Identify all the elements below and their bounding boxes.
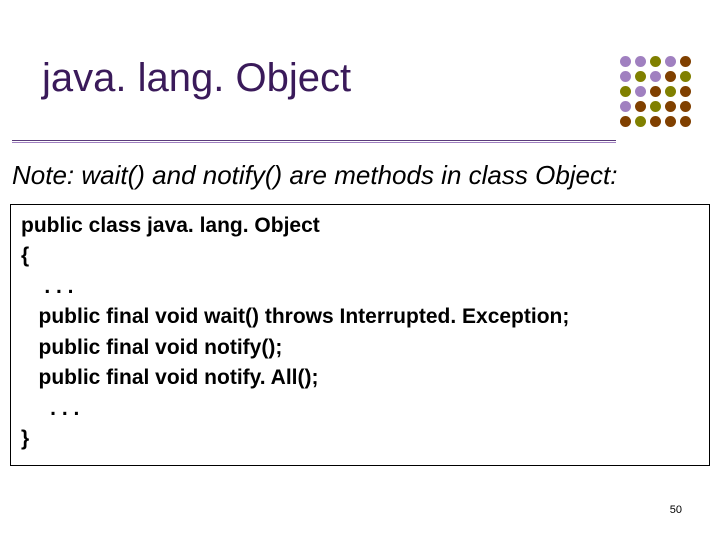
decorative-dot-grid <box>620 56 694 130</box>
code-line: public final void wait() throws Interrup… <box>21 302 699 332</box>
dot-icon <box>635 56 646 67</box>
dot-icon <box>635 86 646 97</box>
page-number: 50 <box>670 504 682 516</box>
note-text: Note: wait() and notify() are methods in… <box>12 160 617 191</box>
dot-icon <box>680 86 691 97</box>
code-line: { <box>21 241 699 271</box>
dot-icon <box>635 101 646 112</box>
title-underline <box>12 140 616 141</box>
code-line: public final void notify. All(); <box>21 363 699 393</box>
dot-icon <box>650 101 661 112</box>
dot-icon <box>620 86 631 97</box>
dot-icon <box>680 116 691 127</box>
code-line: . . . <box>21 394 699 424</box>
code-line: public class java. lang. Object <box>21 211 699 241</box>
dot-icon <box>620 71 631 82</box>
dot-icon <box>680 71 691 82</box>
dot-icon <box>635 116 646 127</box>
dot-icon <box>665 116 676 127</box>
dot-icon <box>650 56 661 67</box>
code-line: public final void notify(); <box>21 333 699 363</box>
dot-icon <box>620 101 631 112</box>
dot-icon <box>620 56 631 67</box>
code-line: } <box>21 424 699 454</box>
code-block: public class java. lang. Object { . . . … <box>10 204 710 466</box>
title-underline-2 <box>12 142 616 143</box>
dot-icon <box>650 116 661 127</box>
dot-icon <box>620 116 631 127</box>
code-line: . . . <box>21 272 699 302</box>
dot-icon <box>665 71 676 82</box>
dot-icon <box>680 56 691 67</box>
dot-icon <box>635 71 646 82</box>
dot-icon <box>650 71 661 82</box>
page-title: java. lang. Object <box>42 56 351 101</box>
slide: java. lang. Object Note: wait() and noti… <box>0 0 720 540</box>
dot-icon <box>665 56 676 67</box>
dot-icon <box>680 101 691 112</box>
dot-icon <box>665 86 676 97</box>
dot-icon <box>665 101 676 112</box>
dot-icon <box>650 86 661 97</box>
